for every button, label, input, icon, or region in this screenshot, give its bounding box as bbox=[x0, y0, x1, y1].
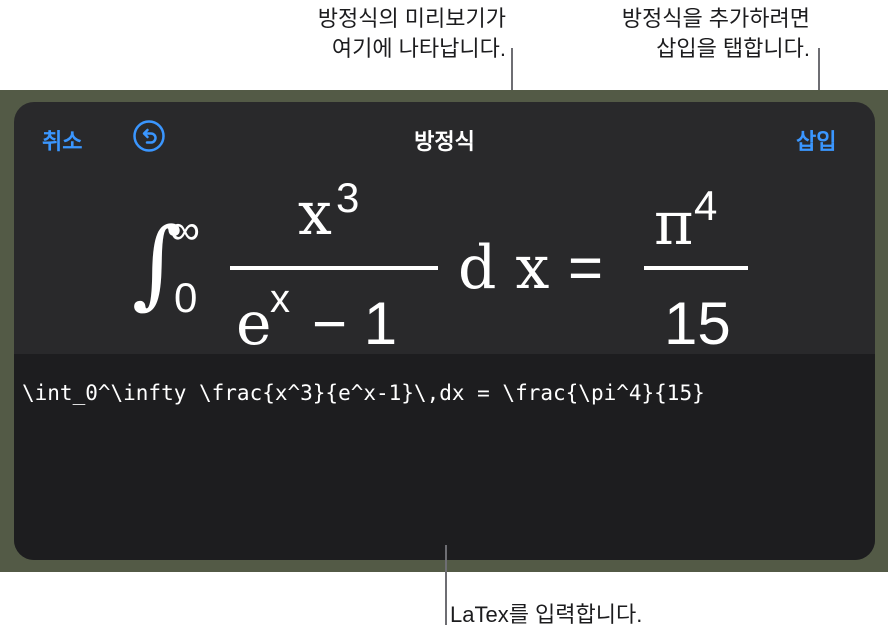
insert-button[interactable]: 삽입 bbox=[796, 124, 836, 156]
denominator-exponent: x bbox=[270, 277, 290, 321]
latex-callout-pointer bbox=[445, 545, 447, 625]
fraction-bar-left bbox=[230, 266, 438, 270]
insert-callout-line1: 방정식을 추가하려면 bbox=[621, 6, 810, 31]
equation-dialog: 취소 방정식 삽입 ∫ ∞ 0 x 3 e x − 1 d x = π 4 15 bbox=[14, 102, 875, 560]
preview-callout-line2: 여기에 나타납니다. bbox=[331, 36, 506, 61]
insert-callout: 방정식을 추가하려면 삽입을 탭합니다. bbox=[560, 4, 810, 64]
numerator-exponent: 3 bbox=[336, 174, 359, 221]
latex-input[interactable]: \int_0^\infty \frac{x^3}{e^x-1}\,dx = \f… bbox=[22, 378, 862, 548]
insert-callout-line2: 삽입을 탭합니다. bbox=[656, 36, 810, 61]
latex-callout: LaTex를 입력합니다. bbox=[450, 602, 643, 627]
rhs-numerator-exponent: 4 bbox=[694, 182, 717, 229]
equation-preview: ∫ ∞ 0 x 3 e x − 1 d x = π 4 15 bbox=[14, 166, 875, 359]
upper-limit: ∞ bbox=[170, 206, 200, 253]
lower-limit: 0 bbox=[174, 274, 197, 321]
denominator-base: e bbox=[236, 289, 272, 354]
numerator-base: x bbox=[298, 179, 332, 249]
rhs-denominator: 15 bbox=[664, 290, 731, 354]
denominator-rest: − 1 bbox=[312, 290, 397, 354]
latex-editor: \int_0^\infty \frac{x^3}{e^x-1}\,dx = \f… bbox=[14, 354, 875, 560]
preview-callout: 방정식의 미리보기가 여기에 나타납니다. bbox=[250, 4, 506, 64]
rhs-numerator-base: π bbox=[654, 189, 693, 259]
preview-callout-line1: 방정식의 미리보기가 bbox=[317, 6, 506, 31]
differential: d x bbox=[458, 233, 549, 303]
dialog-title: 방정식 bbox=[414, 129, 475, 154]
fraction-bar-right bbox=[644, 266, 748, 270]
equals-sign: = bbox=[568, 234, 603, 301]
